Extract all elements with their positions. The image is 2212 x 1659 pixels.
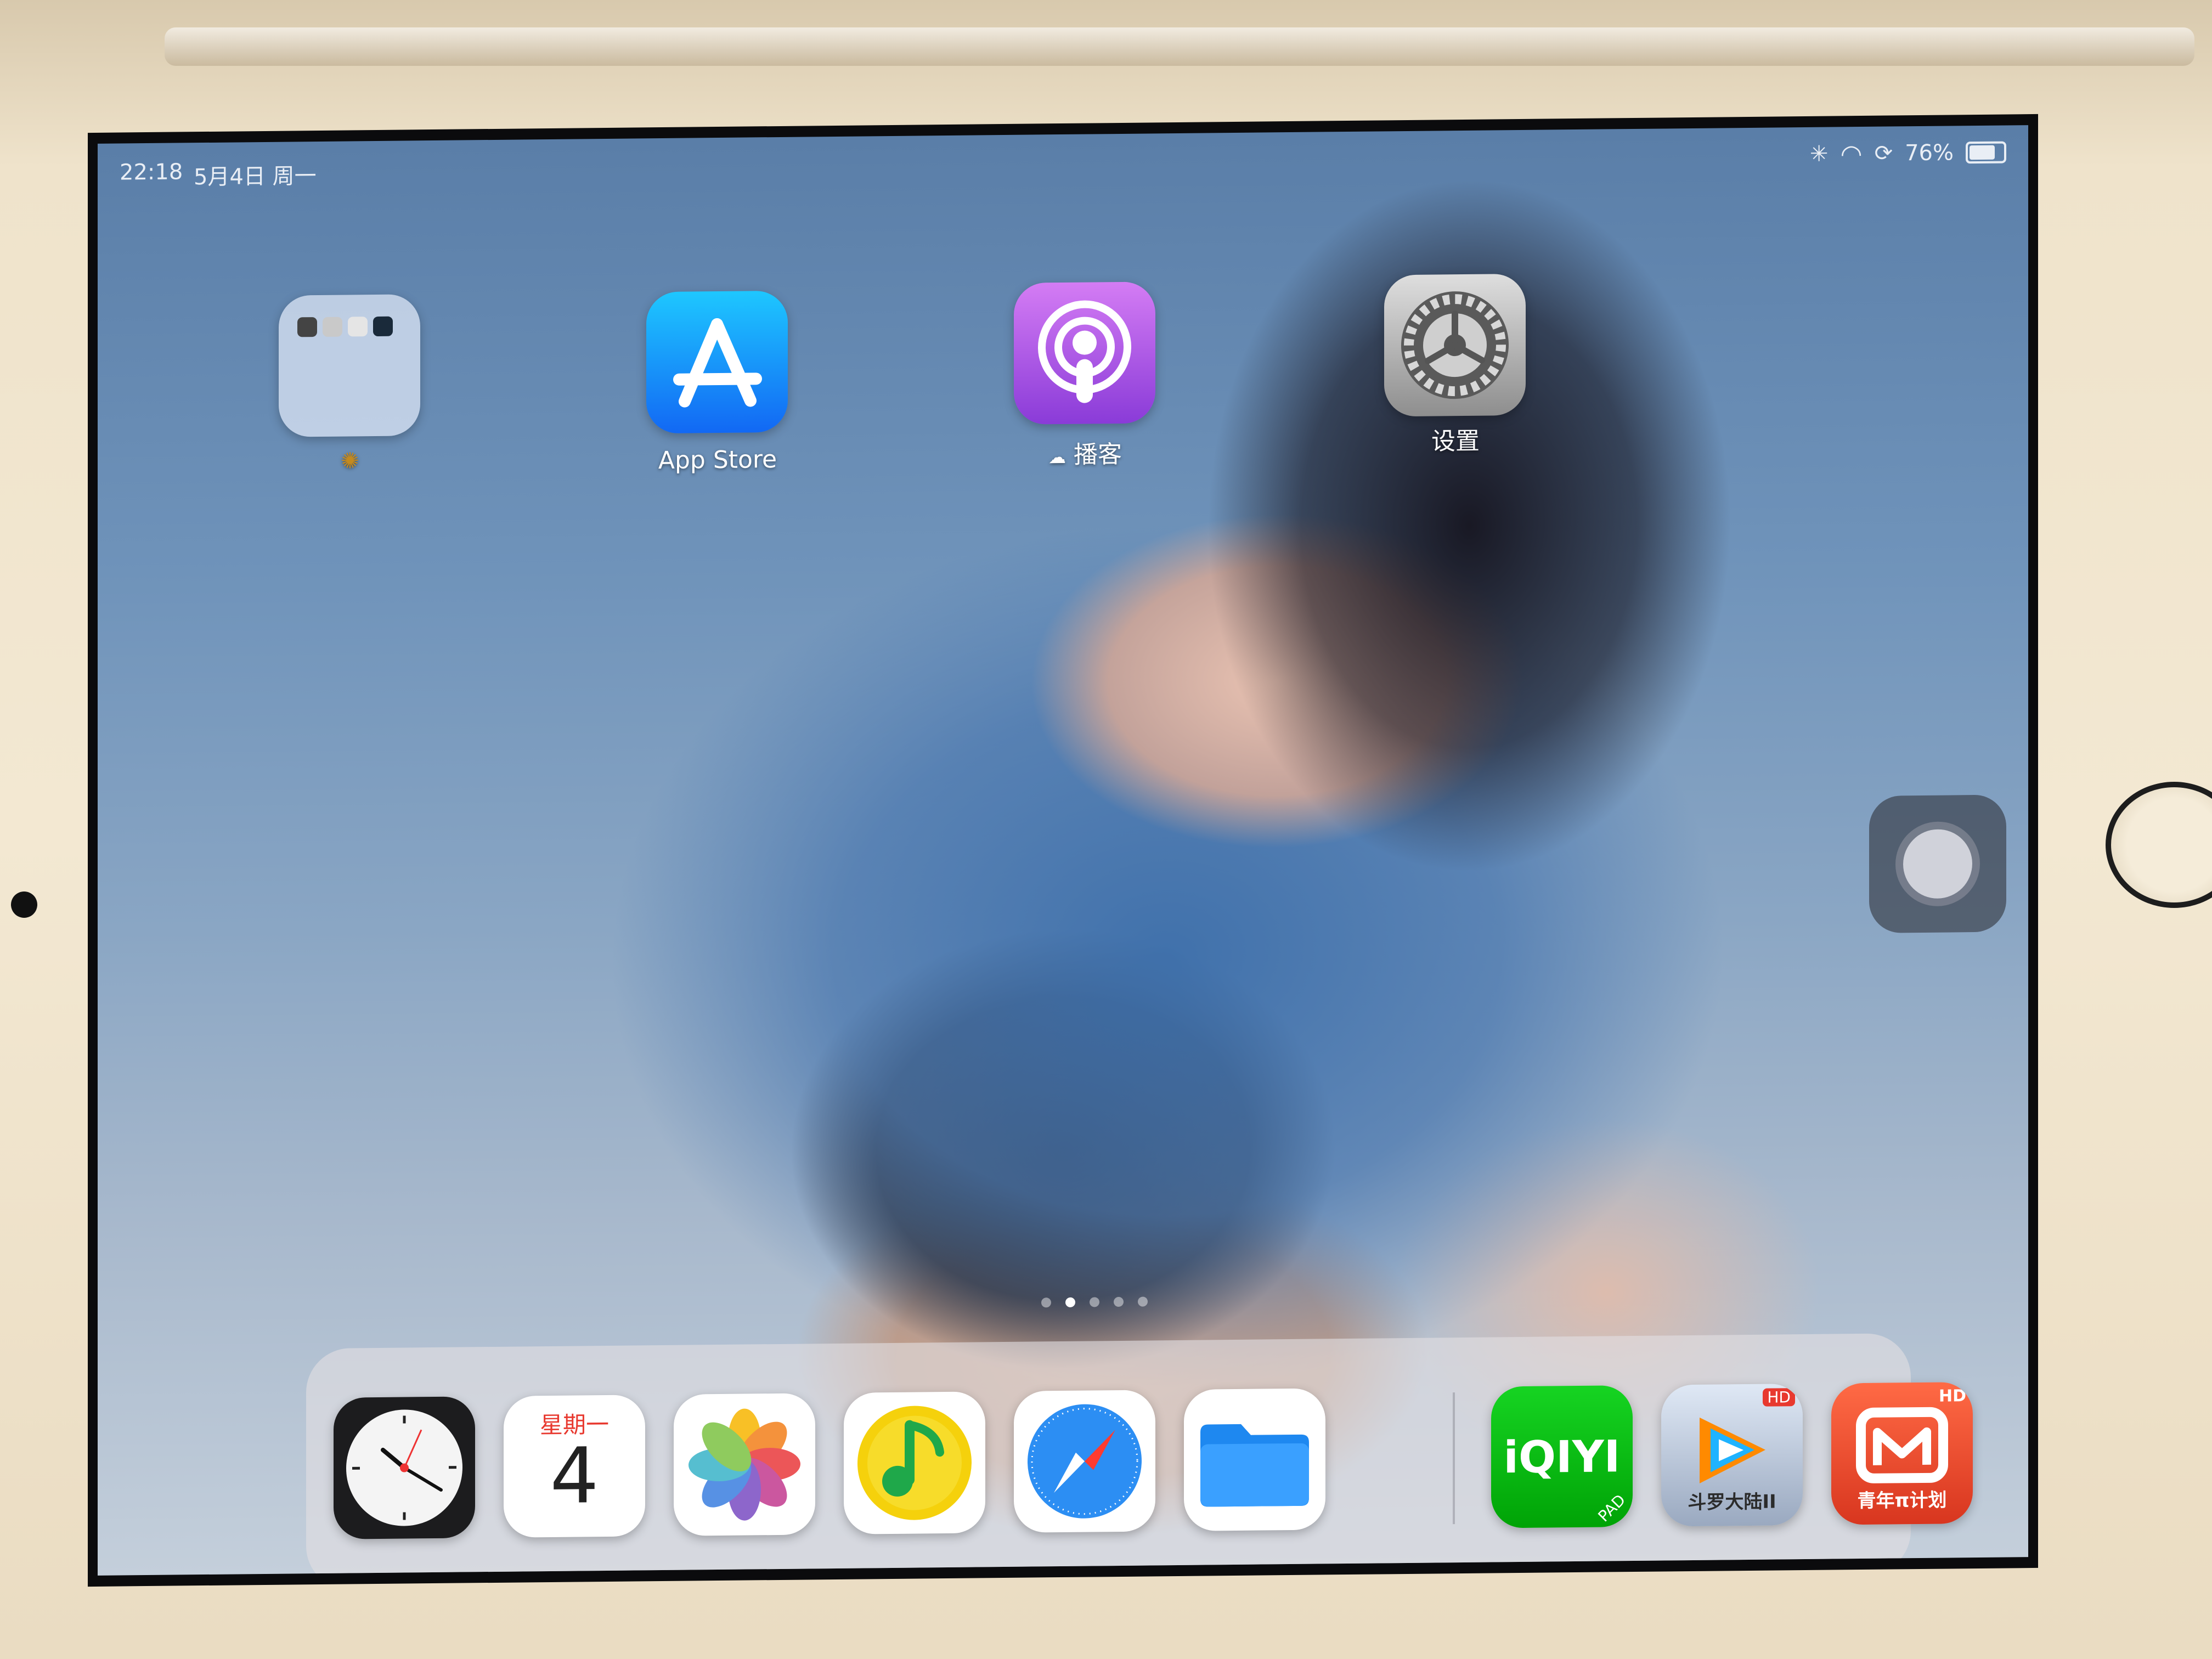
ipad-device: 22:18 5月4日 周一 ✳ ◠ ⟳ 76% ✺ App Store ☁ 播客… xyxy=(0,0,2212,1659)
app-store-app[interactable] xyxy=(646,290,788,434)
status-date: 5月4日 周一 xyxy=(194,163,317,190)
qq-music-app[interactable] xyxy=(844,1391,985,1534)
orientation-lock-icon: ⟳ xyxy=(1874,140,1893,166)
podcasts-icon xyxy=(1038,300,1131,403)
tencent-hd-badge: HD xyxy=(1763,1388,1795,1407)
app-folder[interactable] xyxy=(279,294,420,437)
photos-flower-icon xyxy=(689,1408,800,1521)
page-dot[interactable] xyxy=(1041,1297,1051,1308)
folder-mini-app-icon xyxy=(297,317,317,337)
folder-mini-app-icon xyxy=(323,317,342,337)
tencent-video-app[interactable]: HD 斗罗大陆II xyxy=(1661,1384,1803,1527)
page-dot[interactable] xyxy=(1090,1297,1099,1307)
settings-gear-icon xyxy=(1401,291,1509,399)
podcasts-label-text: 播客 xyxy=(1074,440,1122,469)
page-indicator[interactable] xyxy=(1041,1296,1148,1308)
mango-hd-badge: HD xyxy=(1938,1386,1966,1406)
settings-label: 设置 xyxy=(1431,427,1480,456)
calendar-day: 4 xyxy=(550,1431,599,1521)
activity-spinner-icon: ✳ xyxy=(1809,141,1829,167)
assistive-touch-button[interactable] xyxy=(1869,794,2006,933)
status-time: 22:18 xyxy=(120,159,183,185)
settings-app[interactable] xyxy=(1384,273,1526,417)
battery-icon xyxy=(1966,141,2006,164)
home-button[interactable] xyxy=(2106,782,2212,908)
screen: 22:18 5月4日 周一 ✳ ◠ ⟳ 76% ✺ App Store ☁ 播客… xyxy=(88,114,2038,1587)
files-folder-icon xyxy=(1200,1424,1309,1507)
app-store-label: App Store xyxy=(658,445,777,475)
mango-tv-app[interactable]: HD 青年π计划 xyxy=(1831,1382,1973,1525)
page-dot-current[interactable] xyxy=(1065,1297,1075,1307)
folder-mini-app-icon xyxy=(373,316,393,337)
dock: 星期一 4 iQIYI PAD HD 斗罗大陆II HD 青年π计划 xyxy=(306,1333,1973,1576)
folder-label-icon: ✺ xyxy=(341,448,359,474)
page-dot[interactable] xyxy=(1114,1296,1124,1307)
mango-caption: 青年π计划 xyxy=(1857,1489,1947,1513)
qq-music-note-icon xyxy=(857,1406,972,1520)
clock-icon xyxy=(346,1409,462,1526)
wifi-icon: ◠ xyxy=(1840,139,1863,169)
calendar-app[interactable]: 星期一 4 xyxy=(504,1395,645,1538)
page-dot[interactable] xyxy=(1138,1296,1148,1307)
podcasts-app[interactable] xyxy=(1014,281,1155,425)
folder-mini-app-icon xyxy=(348,317,368,337)
front-camera xyxy=(11,891,37,918)
iqiyi-app[interactable]: iQIYI PAD xyxy=(1491,1385,1633,1528)
icloud-download-icon: ☁ xyxy=(1048,446,1066,468)
case-edge xyxy=(165,27,2194,66)
app-store-icon xyxy=(673,318,762,408)
podcasts-label: ☁ 播客 xyxy=(970,434,1200,471)
tencent-caption: 斗罗大陆II xyxy=(1688,1491,1776,1514)
battery-percentage: 76% xyxy=(1905,140,1954,166)
safari-compass-icon xyxy=(1028,1404,1142,1519)
photos-app[interactable] xyxy=(674,1393,815,1536)
safari-app[interactable] xyxy=(1014,1390,1155,1533)
files-app[interactable] xyxy=(1184,1388,1325,1531)
home-screen-wallpaper: 22:18 5月4日 周一 ✳ ◠ ⟳ 76% ✺ App Store ☁ 播客… xyxy=(98,125,2028,1576)
status-right: ✳ ◠ ⟳ 76% xyxy=(1810,137,2006,168)
dock-divider xyxy=(1453,1392,1455,1525)
clock-app[interactable] xyxy=(334,1396,475,1539)
